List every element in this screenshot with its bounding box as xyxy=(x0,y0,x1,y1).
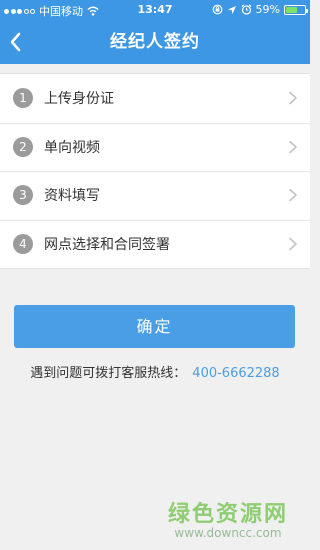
hotline-number-link[interactable]: 400-6662288 xyxy=(192,366,279,381)
alarm-icon xyxy=(241,4,251,15)
chevron-right-icon xyxy=(289,188,297,202)
status-right: 59% xyxy=(212,3,308,16)
step-number-badge: 1 xyxy=(13,88,33,109)
nav-bar: 经纪人签约 xyxy=(0,20,310,64)
step-number-badge: 2 xyxy=(13,136,33,157)
chevron-left-icon xyxy=(10,32,21,52)
confirm-button[interactable]: 确定 xyxy=(14,305,295,348)
hotline-label: 遇到问题可拨打客服热线： xyxy=(30,366,187,381)
app-header: 中国移动 13:47 59% 经纪人签约 xyxy=(0,0,310,64)
chevron-right-icon xyxy=(289,140,297,153)
step-upload-id[interactable]: 1 上传身份证 xyxy=(0,74,310,123)
battery-percent: 59% xyxy=(255,3,280,16)
step-info-form[interactable]: 3 资料填写 xyxy=(0,171,310,220)
step-label: 单向视频 xyxy=(44,139,100,156)
rotation-lock-icon xyxy=(212,4,222,15)
step-label: 资料填写 xyxy=(44,188,100,205)
watermark-logo: 绿色资源网 www.downcc.com xyxy=(168,496,288,540)
battery-icon xyxy=(284,4,308,15)
hotline-text: 遇到问题可拨打客服热线： 400-6662288 xyxy=(0,362,310,381)
watermark-url: www.downcc.com xyxy=(174,526,282,540)
step-number-badge: 3 xyxy=(13,185,33,206)
chevron-right-icon xyxy=(289,237,297,250)
chevron-right-icon xyxy=(289,91,297,105)
watermark-title: 绿色资源网 xyxy=(167,502,288,527)
step-list: 1 上传身份证 2 单向视频 3 资料填写 4 网点选择和合同签署 xyxy=(0,73,310,269)
step-number-badge: 4 xyxy=(13,233,33,254)
step-branch-contract[interactable]: 4 网点选择和合同签署 xyxy=(0,219,310,269)
step-video[interactable]: 2 单向视频 xyxy=(0,122,310,172)
status-bar: 中国移动 13:47 59% xyxy=(0,0,310,20)
step-label: 上传身份证 xyxy=(44,91,114,108)
step-label: 网点选择和合同签署 xyxy=(44,236,170,253)
back-button[interactable] xyxy=(4,24,40,60)
page-title: 经纪人签约 xyxy=(110,32,200,52)
location-icon xyxy=(227,5,236,14)
